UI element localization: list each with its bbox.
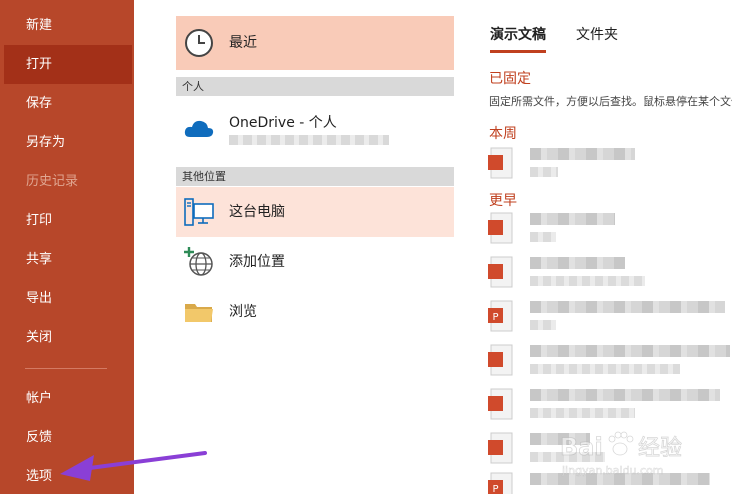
this-week-heading: 本周: [489, 126, 517, 142]
nav-new[interactable]: 新建: [0, 6, 134, 45]
powerpoint-file-icon: [488, 432, 513, 464]
pinned-description: 固定所需文件，方便以后查找。鼠标悬停在某个文件上时: [489, 95, 732, 108]
file-name-blurred: [530, 257, 625, 269]
powerpoint-file-icon: P: [488, 472, 513, 494]
file-path-blurred: [530, 167, 558, 177]
location-onedrive-label: OneDrive - 个人: [229, 115, 337, 131]
recent-file-row[interactable]: [486, 252, 732, 292]
powerpoint-file-icon: [488, 212, 513, 244]
location-onedrive[interactable]: OneDrive - 个人: [176, 104, 454, 154]
cloud-icon: [184, 120, 214, 137]
location-recent-label: 最近: [229, 35, 257, 51]
annotation-arrow: [60, 451, 207, 481]
watermark-suffix: 经验: [638, 436, 682, 461]
recent-file-row[interactable]: [486, 143, 732, 183]
file-path-blurred: [530, 276, 645, 286]
nav-divider: [25, 368, 107, 369]
svg-text:P: P: [492, 312, 498, 323]
tab-folders[interactable]: 文件夹: [576, 24, 618, 44]
watermark-brand: Bai: [560, 433, 603, 461]
location-recent[interactable]: 最近: [176, 16, 454, 70]
recent-files-panel: 演示文稿 文件夹 已固定 固定所需文件，方便以后查找。鼠标悬停在某个文件上时 本…: [480, 0, 732, 494]
powerpoint-file-icon: [488, 256, 513, 288]
powerpoint-file-icon: [488, 388, 513, 420]
baidu-jingyan-watermark: Bai 经验 jingyan.baidu.com: [560, 431, 682, 477]
watermark-url: jingyan.baidu.com: [561, 464, 664, 477]
location-list: 最近 个人 OneDrive - 个人 其他位置 这台电脑 添加位置 浏览: [176, 0, 454, 494]
file-name-blurred: [530, 345, 730, 357]
location-browse-label: 浏览: [229, 304, 257, 320]
tab-presentations[interactable]: 演示文稿: [490, 24, 546, 53]
nav-save[interactable]: 保存: [0, 84, 134, 123]
file-path-blurred: [530, 320, 556, 330]
file-path-blurred: [530, 232, 556, 242]
svg-text:P: P: [492, 484, 498, 494]
location-this-pc[interactable]: 这台电脑: [176, 187, 454, 237]
nav-print[interactable]: 打印: [0, 201, 134, 240]
location-browse[interactable]: 浏览: [176, 287, 454, 337]
nav-open[interactable]: 打开: [4, 45, 132, 84]
earlier-heading: 更早: [489, 193, 517, 209]
nav-export[interactable]: 导出: [0, 279, 134, 318]
file-path-blurred: [530, 408, 635, 418]
add-globe-icon: [184, 247, 213, 276]
folder-icon: [185, 304, 213, 322]
powerpoint-file-icon: P: [488, 300, 513, 332]
nav-account[interactable]: 帐户: [0, 379, 134, 418]
location-add-place[interactable]: 添加位置: [176, 237, 454, 287]
file-name-blurred: [530, 389, 720, 401]
recent-file-row[interactable]: [486, 340, 732, 380]
computer-icon: [184, 198, 214, 226]
nav-share[interactable]: 共享: [0, 240, 134, 279]
file-name-blurred: [530, 213, 615, 225]
backstage-sidebar: 新建 打开 保存 另存为 历史记录 打印 共享 导出 关闭 帐户 反馈 选项: [0, 0, 134, 494]
file-path-blurred: [530, 364, 680, 374]
clock-icon: [185, 29, 213, 57]
onedrive-account-blurred: [229, 135, 389, 145]
nav-history: 历史记录: [26, 174, 79, 189]
file-name-blurred: [530, 301, 725, 313]
recent-file-row[interactable]: P: [486, 296, 732, 336]
section-personal: 个人: [176, 77, 454, 96]
recent-file-row[interactable]: [486, 208, 732, 248]
location-add-place-label: 添加位置: [229, 254, 285, 270]
powerpoint-file-icon: [488, 344, 513, 376]
section-other: 其他位置: [176, 167, 454, 186]
location-this-pc-label: 这台电脑: [229, 204, 285, 220]
recent-file-row[interactable]: [486, 384, 732, 424]
paw-icon: [608, 431, 634, 456]
file-name-blurred: [530, 148, 635, 160]
pinned-heading: 已固定: [489, 71, 531, 87]
nav-close[interactable]: 关闭: [0, 318, 134, 357]
nav-save-as[interactable]: 另存为: [0, 123, 134, 162]
powerpoint-file-icon: [488, 147, 513, 179]
